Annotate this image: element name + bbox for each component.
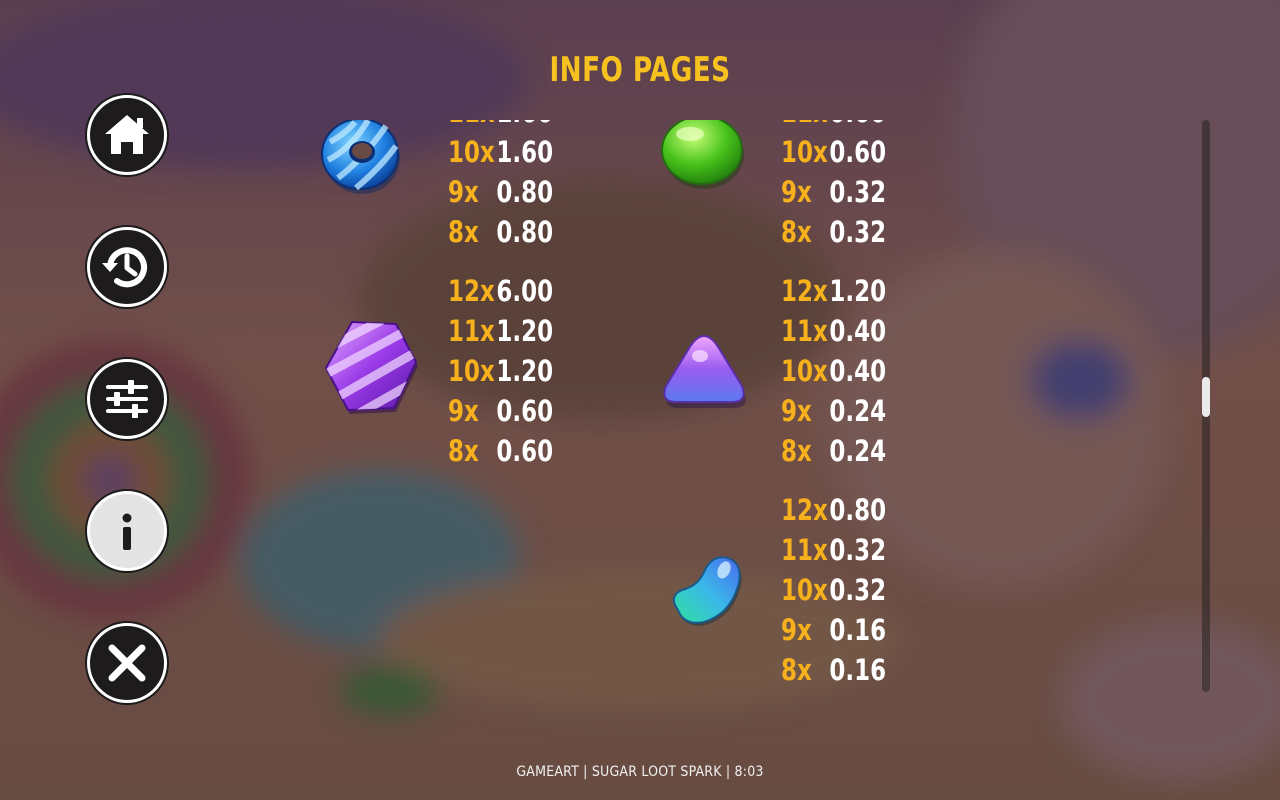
history-icon [102,247,147,288]
paytable-row-partial: 11x0.60 [781,120,886,132]
home-icon [105,115,149,154]
green-gum-paytable: 11x0.60 10x0.60 9x0.32 8x0.32 [781,120,900,252]
jellybean-symbol-icon [672,556,742,626]
paytable-row: 10x0.40 [781,354,887,388]
paytable-row: 9x 0.24 [781,394,887,428]
paytable-row: 11x0.40 [781,314,887,348]
paytable-row: 9x 0.32 [781,175,887,209]
paytable-row: 11x0.32 [781,533,887,567]
paytable-row: 10x0.32 [781,573,887,607]
paytable-row: 8x 0.24 [781,434,887,468]
donut-paytable: 11x1.60 10x1.60 9x0.80 8x0.80 [448,120,567,252]
purple-triangle-paytable: 12x1.20 11x0.40 10x0.40 9x 0.24 8x 0.24 [781,271,900,471]
paytable-row: 8x 0.80 [448,215,554,249]
sliders-icon [106,380,148,418]
paytable-row: 9x 0.60 [448,394,554,428]
paytable-row: 9x 0.80 [448,175,554,209]
close-button[interactable] [87,623,167,703]
purple-hex-candy-symbol-icon [324,320,418,414]
close-icon [108,644,146,682]
paytable-viewport[interactable]: 11x1.60 10x1.60 9x0.80 8x0.80 11x0.60 10… [300,120,1180,692]
paytable-row: 12x0.80 [781,493,887,527]
paytable-row: 10x0.60 [781,135,887,169]
paytable-row: 12x6.00 [448,274,554,308]
paytable-row: 8x 0.32 [781,215,887,249]
page-title: INFO PAGES [549,50,731,90]
paytable-row: 9x 0.16 [781,613,887,647]
jellybean-paytable: 12x0.80 11x0.32 10x0.32 9x 0.16 8x 0.16 [781,490,900,690]
purple-triangle-gum-symbol-icon [663,334,746,408]
footer-game-info: GAMEART | SUGAR LOOT SPARK | 8:03 [516,764,764,780]
blue-donut-symbol-icon [321,120,400,194]
info-button[interactable] [87,491,167,571]
paytable-row: 8x 0.16 [781,653,887,687]
paytable-row: 10x1.60 [448,135,554,169]
purple-hex-paytable: 12x6.00 11x1.20 10x1.20 9x 0.60 8x 0.60 [448,271,567,471]
settings-button[interactable] [87,359,167,439]
scrollbar-thumb[interactable] [1202,377,1210,417]
green-gum-symbol-icon [661,120,744,189]
paytable-row: 12x1.20 [781,274,887,308]
info-icon [122,513,132,550]
history-button[interactable] [87,227,167,307]
home-button[interactable] [87,95,167,175]
paytable-row: 11x1.20 [448,314,554,348]
paytable-row: 8x 0.60 [448,434,554,468]
paytable-row-partial: 11x1.60 [448,120,553,132]
paytable-row: 10x1.20 [448,354,554,388]
